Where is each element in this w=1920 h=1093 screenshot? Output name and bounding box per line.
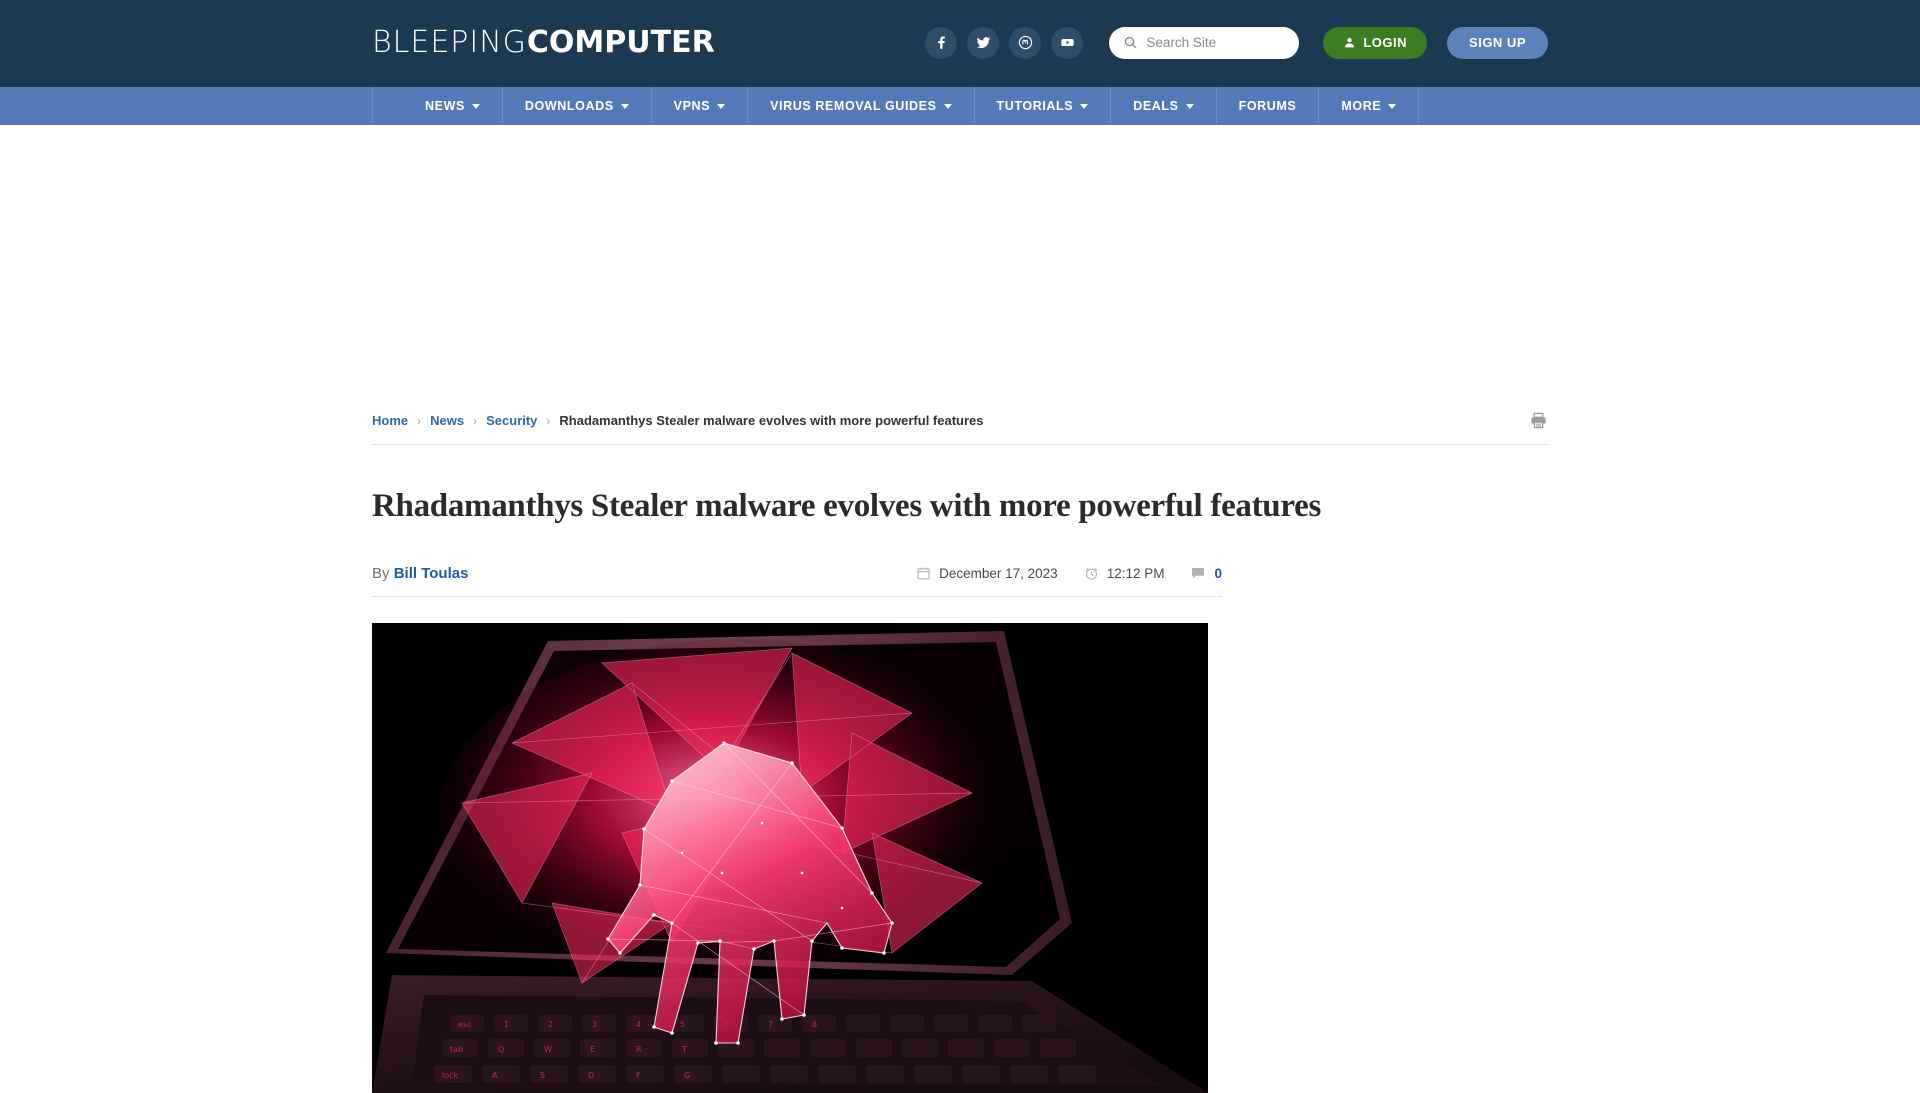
login-button[interactable]: LOGIN	[1323, 26, 1428, 59]
article-hero-image: esc12 345 678 tabQW ERT lockAS DFG	[372, 622, 1208, 1093]
signup-label: SIGN UP	[1469, 35, 1526, 50]
svg-text:S: S	[540, 1071, 545, 1080]
svg-text:T: T	[681, 1045, 687, 1054]
svg-text:esc: esc	[458, 1020, 472, 1029]
breadcrumb-link[interactable]: Home	[372, 413, 408, 428]
search-icon	[1125, 36, 1137, 49]
chevron-down-icon	[1388, 103, 1397, 109]
main-content: Home › News › Security › Rhadamanthys Stealer …	[372, 405, 1548, 1093]
calendar-icon	[916, 566, 931, 581]
breadcrumb-separator: ›	[546, 413, 551, 428]
svg-text:G: G	[684, 1071, 690, 1080]
comment-count: 0	[1214, 565, 1222, 581]
publish-date-text: December 17, 2023	[939, 565, 1058, 581]
svg-text:E: E	[590, 1045, 595, 1054]
svg-text:lock: lock	[442, 1071, 459, 1080]
svg-text:8: 8	[812, 1020, 817, 1029]
nav-item-label: FORUMS	[1238, 99, 1297, 113]
youtube-icon[interactable]	[1051, 26, 1084, 59]
social-links	[925, 26, 1084, 59]
author-link[interactable]: Bill Toulas	[394, 565, 469, 582]
svg-text:W: W	[544, 1045, 552, 1054]
twitter-icon[interactable]	[967, 26, 1000, 59]
svg-text:tab: tab	[450, 1045, 463, 1054]
nav-item-label: MORE	[1341, 99, 1382, 113]
svg-text:D: D	[588, 1071, 594, 1080]
svg-text:4: 4	[636, 1020, 641, 1029]
chevron-down-icon	[1185, 103, 1194, 109]
logo-text-bold: COMPUTER	[526, 25, 715, 60]
advertisement-slot	[0, 125, 1920, 405]
svg-text:R: R	[636, 1045, 642, 1054]
nav-item-more[interactable]: MORE	[1319, 87, 1420, 125]
svg-text:Q: Q	[498, 1045, 504, 1054]
breadcrumb-separator: ›	[473, 413, 478, 428]
svg-text:2: 2	[548, 1020, 553, 1029]
clock-icon	[1084, 566, 1099, 581]
publish-time: 12:12 PM	[1084, 565, 1165, 581]
nav-item-label: VPNS	[673, 99, 711, 113]
main-navigation: NEWS DOWNLOADS VPNS VIRUS REMOVAL GUIDES TUT…	[0, 85, 1920, 125]
comment-icon	[1190, 565, 1206, 581]
svg-text:1: 1	[504, 1020, 509, 1029]
chevron-down-icon	[717, 103, 726, 109]
chevron-down-icon	[471, 103, 480, 109]
nav-item-downloads[interactable]: DOWNLOADS	[503, 87, 652, 125]
svg-text:5: 5	[680, 1020, 685, 1029]
svg-text:7: 7	[768, 1020, 773, 1029]
site-logo[interactable]: BLEEPINGCOMPUTER	[372, 25, 715, 60]
publish-date: December 17, 2023	[916, 566, 1058, 581]
publish-time-text: 12:12 PM	[1106, 565, 1165, 581]
author-line: By Bill Toulas	[372, 565, 468, 582]
nav-item-news[interactable]: NEWS	[403, 87, 503, 125]
nav-item-tutorials[interactable]: TUTORIALS	[975, 87, 1112, 125]
nav-item-label: NEWS	[425, 99, 465, 113]
svg-text:3: 3	[592, 1020, 597, 1029]
hero-illustration: esc12 345 678 tabQW ERT lockAS DFG	[372, 622, 1208, 1093]
nav-item-label: DOWNLOADS	[524, 99, 614, 113]
nav-item-deals[interactable]: DEALS	[1111, 87, 1217, 125]
breadcrumb-separator: ›	[417, 413, 422, 428]
search-box[interactable]	[1109, 26, 1300, 59]
article-meta: December 17, 2023 12:12 PM 0	[916, 565, 1222, 581]
svg-text:A: A	[492, 1071, 498, 1080]
comment-count-group[interactable]: 0	[1190, 565, 1222, 581]
nav-item-virus-removal-guides[interactable]: VIRUS REMOVAL GUIDES	[748, 87, 975, 125]
site-header: BLEEPINGCOMPUTER Search Site LOGIN SIGN …	[0, 0, 1920, 85]
nav-item-label: TUTORIALS	[996, 99, 1074, 113]
signup-button[interactable]: SIGN UP	[1447, 26, 1548, 59]
breadcrumb-link[interactable]: Security	[486, 413, 537, 428]
breadcrumb-link[interactable]: News	[430, 413, 464, 428]
header-actions: LOGIN SIGN UP	[925, 26, 1548, 59]
breadcrumb-row: Home › News › Security › Rhadamanthys Stealer …	[372, 405, 1548, 445]
chevron-down-icon	[943, 103, 952, 109]
chevron-down-icon	[620, 103, 629, 109]
breadcrumb: Home › News › Security › Rhadamanthys Stealer …	[372, 413, 984, 428]
page-title: Rhadamanthys Stealer malware evolves wit…	[372, 488, 1321, 524]
print-icon[interactable]	[1529, 411, 1548, 430]
user-icon	[1345, 37, 1355, 48]
article-byline: By Bill Toulas December 17, 2023 12:12 P…	[372, 565, 1222, 597]
breadcrumb-current: Rhadamanthys Stealer malware evolves wit…	[559, 413, 984, 428]
chevron-down-icon	[1080, 103, 1089, 109]
nav-item-label: VIRUS REMOVAL GUIDES	[770, 99, 937, 113]
nav-item-forums[interactable]: FORUMS	[1217, 87, 1320, 125]
mastodon-icon[interactable]	[1009, 26, 1042, 59]
facebook-icon[interactable]	[925, 26, 958, 59]
search-input[interactable]	[1146, 35, 1286, 50]
by-label: By	[372, 564, 390, 582]
logo-text-thin: BLEEPING	[372, 25, 527, 60]
nav-item-vpns[interactable]: VPNS	[652, 87, 749, 125]
nav-item-label: DEALS	[1133, 99, 1179, 113]
svg-text:F: F	[636, 1071, 641, 1080]
login-label: LOGIN	[1363, 35, 1408, 50]
